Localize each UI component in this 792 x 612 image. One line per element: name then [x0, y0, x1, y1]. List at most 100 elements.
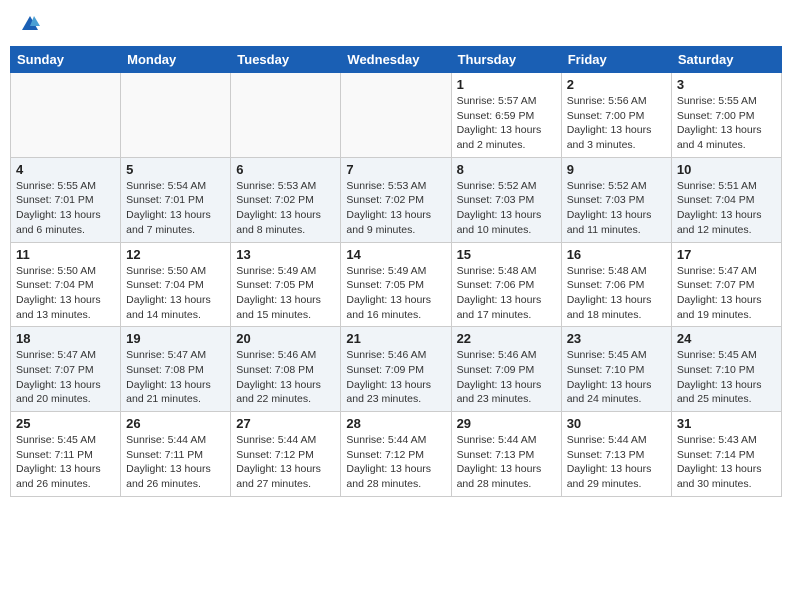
day-content: Sunrise: 5:44 AMSunset: 7:12 PMDaylight:… [346, 433, 445, 492]
day-number: 25 [16, 416, 115, 431]
calendar-day-cell: 10 Sunrise: 5:51 AMSunset: 7:04 PMDayligh… [671, 157, 781, 242]
calendar-day-cell: 12Sunrise: 5:50 AMSunset: 7:04 PMDayligh… [121, 242, 231, 327]
day-content: Sunrise: 5:49 AMSunset: 7:05 PMDaylight:… [236, 264, 335, 323]
calendar-day-cell: 26 Sunrise: 5:44 AMSunset: 7:11 PMDayligh… [121, 412, 231, 497]
calendar-day-header: Wednesday [341, 47, 451, 73]
calendar-day-header: Friday [561, 47, 671, 73]
day-number: 1 [457, 77, 556, 92]
day-number: 13 [236, 247, 335, 262]
day-content: Sunrise: 5:49 AMSunset: 7:05 PMDaylight:… [346, 264, 445, 323]
calendar-header-row: SundayMondayTuesdayWednesdayThursdayFrid… [11, 47, 782, 73]
calendar-day-cell [121, 73, 231, 158]
calendar-day-cell: 23 Sunrise: 5:45 AMSunset: 7:10 PMDayligh… [561, 327, 671, 412]
calendar-day-cell: 16 Sunrise: 5:48 AMSunset: 7:06 PMDayligh… [561, 242, 671, 327]
day-content: Sunrise: 5:44 AMSunset: 7:12 PMDaylight:… [236, 433, 335, 492]
calendar-day-cell: 30 Sunrise: 5:44 AMSunset: 7:13 PMDayligh… [561, 412, 671, 497]
calendar-day-cell: 1 Sunrise: 5:57 AMSunset: 6:59 PMDaylight… [451, 73, 561, 158]
calendar-day-cell: 8 Sunrise: 5:52 AMSunset: 7:03 PMDaylight… [451, 157, 561, 242]
day-content: Sunrise: 5:46 AMSunset: 7:09 PMDaylight:… [457, 348, 556, 407]
day-number: 17 [677, 247, 776, 262]
day-number: 14 [346, 247, 445, 262]
calendar-day-cell: 6 Sunrise: 5:53 AMSunset: 7:02 PMDaylight… [231, 157, 341, 242]
day-number: 11 [16, 247, 115, 262]
day-number: 26 [126, 416, 225, 431]
day-content: Sunrise: 5:45 AMSunset: 7:11 PMDaylight:… [16, 433, 115, 492]
day-number: 22 [457, 331, 556, 346]
day-content: Sunrise: 5:57 AMSunset: 6:59 PMDaylight:… [457, 94, 556, 153]
calendar-day-cell: 4 Sunrise: 5:55 AMSunset: 7:01 PMDaylight… [11, 157, 121, 242]
day-content: Sunrise: 5:50 AMSunset: 7:04 PMDaylight:… [16, 264, 115, 323]
day-number: 31 [677, 416, 776, 431]
day-content: Sunrise: 5:45 AMSunset: 7:10 PMDaylight:… [567, 348, 666, 407]
day-number: 19 [126, 331, 225, 346]
day-number: 15 [457, 247, 556, 262]
day-number: 24 [677, 331, 776, 346]
day-content: Sunrise: 5:47 AMSunset: 7:08 PMDaylight:… [126, 348, 225, 407]
day-content: Sunrise: 5:44 AMSunset: 7:13 PMDaylight:… [457, 433, 556, 492]
calendar-day-cell: 29 Sunrise: 5:44 AMSunset: 7:13 PMDayligh… [451, 412, 561, 497]
calendar-day-cell: 2Sunrise: 5:56 AMSunset: 7:00 PMDaylight… [561, 73, 671, 158]
day-number: 7 [346, 162, 445, 177]
day-number: 27 [236, 416, 335, 431]
calendar-week-row: 11 Sunrise: 5:50 AMSunset: 7:04 PMDayligh… [11, 242, 782, 327]
day-number: 10 [677, 162, 776, 177]
day-content: Sunrise: 5:55 AMSunset: 7:01 PMDaylight:… [16, 179, 115, 238]
page-header [10, 10, 782, 38]
day-number: 4 [16, 162, 115, 177]
day-content: Sunrise: 5:46 AMSunset: 7:09 PMDaylight:… [346, 348, 445, 407]
day-number: 8 [457, 162, 556, 177]
calendar-day-cell: 14 Sunrise: 5:49 AMSunset: 7:05 PMDayligh… [341, 242, 451, 327]
calendar-day-cell: 28Sunrise: 5:44 AMSunset: 7:12 PMDayligh… [341, 412, 451, 497]
day-content: Sunrise: 5:43 AMSunset: 7:14 PMDaylight:… [677, 433, 776, 492]
calendar-day-header: Saturday [671, 47, 781, 73]
calendar-week-row: 25 Sunrise: 5:45 AMSunset: 7:11 PMDayligh… [11, 412, 782, 497]
day-content: Sunrise: 5:47 AMSunset: 7:07 PMDaylight:… [16, 348, 115, 407]
calendar-day-cell: 7 Sunrise: 5:53 AMSunset: 7:02 PMDaylight… [341, 157, 451, 242]
day-content: Sunrise: 5:53 AMSunset: 7:02 PMDaylight:… [346, 179, 445, 238]
calendar-day-cell: 13 Sunrise: 5:49 AMSunset: 7:05 PMDayligh… [231, 242, 341, 327]
calendar-day-cell [341, 73, 451, 158]
day-number: 2 [567, 77, 666, 92]
calendar-day-cell: 17 Sunrise: 5:47 AMSunset: 7:07 PMDayligh… [671, 242, 781, 327]
calendar-day-header: Tuesday [231, 47, 341, 73]
day-number: 29 [457, 416, 556, 431]
day-content: Sunrise: 5:55 AMSunset: 7:00 PMDaylight:… [677, 94, 776, 153]
calendar-day-cell [11, 73, 121, 158]
day-content: Sunrise: 5:47 AMSunset: 7:07 PMDaylight:… [677, 264, 776, 323]
day-content: Sunrise: 5:51 AMSunset: 7:04 PMDaylight:… [677, 179, 776, 238]
logo [18, 14, 40, 34]
calendar-day-cell: 11 Sunrise: 5:50 AMSunset: 7:04 PMDayligh… [11, 242, 121, 327]
day-content: Sunrise: 5:54 AMSunset: 7:01 PMDaylight:… [126, 179, 225, 238]
day-content: Sunrise: 5:44 AMSunset: 7:11 PMDaylight:… [126, 433, 225, 492]
calendar-table: SundayMondayTuesdayWednesdayThursdayFrid… [10, 46, 782, 497]
calendar-day-header: Sunday [11, 47, 121, 73]
calendar-week-row: 18Sunrise: 5:47 AMSunset: 7:07 PMDayligh… [11, 327, 782, 412]
calendar-day-cell: 9 Sunrise: 5:52 AMSunset: 7:03 PMDaylight… [561, 157, 671, 242]
day-number: 12 [126, 247, 225, 262]
calendar-day-cell: 31 Sunrise: 5:43 AMSunset: 7:14 PMDayligh… [671, 412, 781, 497]
logo-icon [20, 14, 40, 34]
day-number: 16 [567, 247, 666, 262]
calendar-day-cell: 5 Sunrise: 5:54 AMSunset: 7:01 PMDaylight… [121, 157, 231, 242]
calendar-day-header: Monday [121, 47, 231, 73]
calendar-day-cell: 3 Sunrise: 5:55 AMSunset: 7:00 PMDaylight… [671, 73, 781, 158]
calendar-week-row: 4 Sunrise: 5:55 AMSunset: 7:01 PMDaylight… [11, 157, 782, 242]
day-number: 23 [567, 331, 666, 346]
day-number: 6 [236, 162, 335, 177]
day-number: 9 [567, 162, 666, 177]
calendar-day-cell: 22 Sunrise: 5:46 AMSunset: 7:09 PMDayligh… [451, 327, 561, 412]
calendar-day-header: Thursday [451, 47, 561, 73]
day-content: Sunrise: 5:53 AMSunset: 7:02 PMDaylight:… [236, 179, 335, 238]
day-number: 3 [677, 77, 776, 92]
calendar-day-cell: 19 Sunrise: 5:47 AMSunset: 7:08 PMDayligh… [121, 327, 231, 412]
day-number: 21 [346, 331, 445, 346]
day-content: Sunrise: 5:52 AMSunset: 7:03 PMDaylight:… [567, 179, 666, 238]
day-content: Sunrise: 5:52 AMSunset: 7:03 PMDaylight:… [457, 179, 556, 238]
day-number: 5 [126, 162, 225, 177]
calendar-day-cell: 20Sunrise: 5:46 AMSunset: 7:08 PMDayligh… [231, 327, 341, 412]
day-number: 30 [567, 416, 666, 431]
day-content: Sunrise: 5:44 AMSunset: 7:13 PMDaylight:… [567, 433, 666, 492]
calendar-day-cell: 24Sunrise: 5:45 AMSunset: 7:10 PMDayligh… [671, 327, 781, 412]
day-content: Sunrise: 5:48 AMSunset: 7:06 PMDaylight:… [567, 264, 666, 323]
day-number: 20 [236, 331, 335, 346]
